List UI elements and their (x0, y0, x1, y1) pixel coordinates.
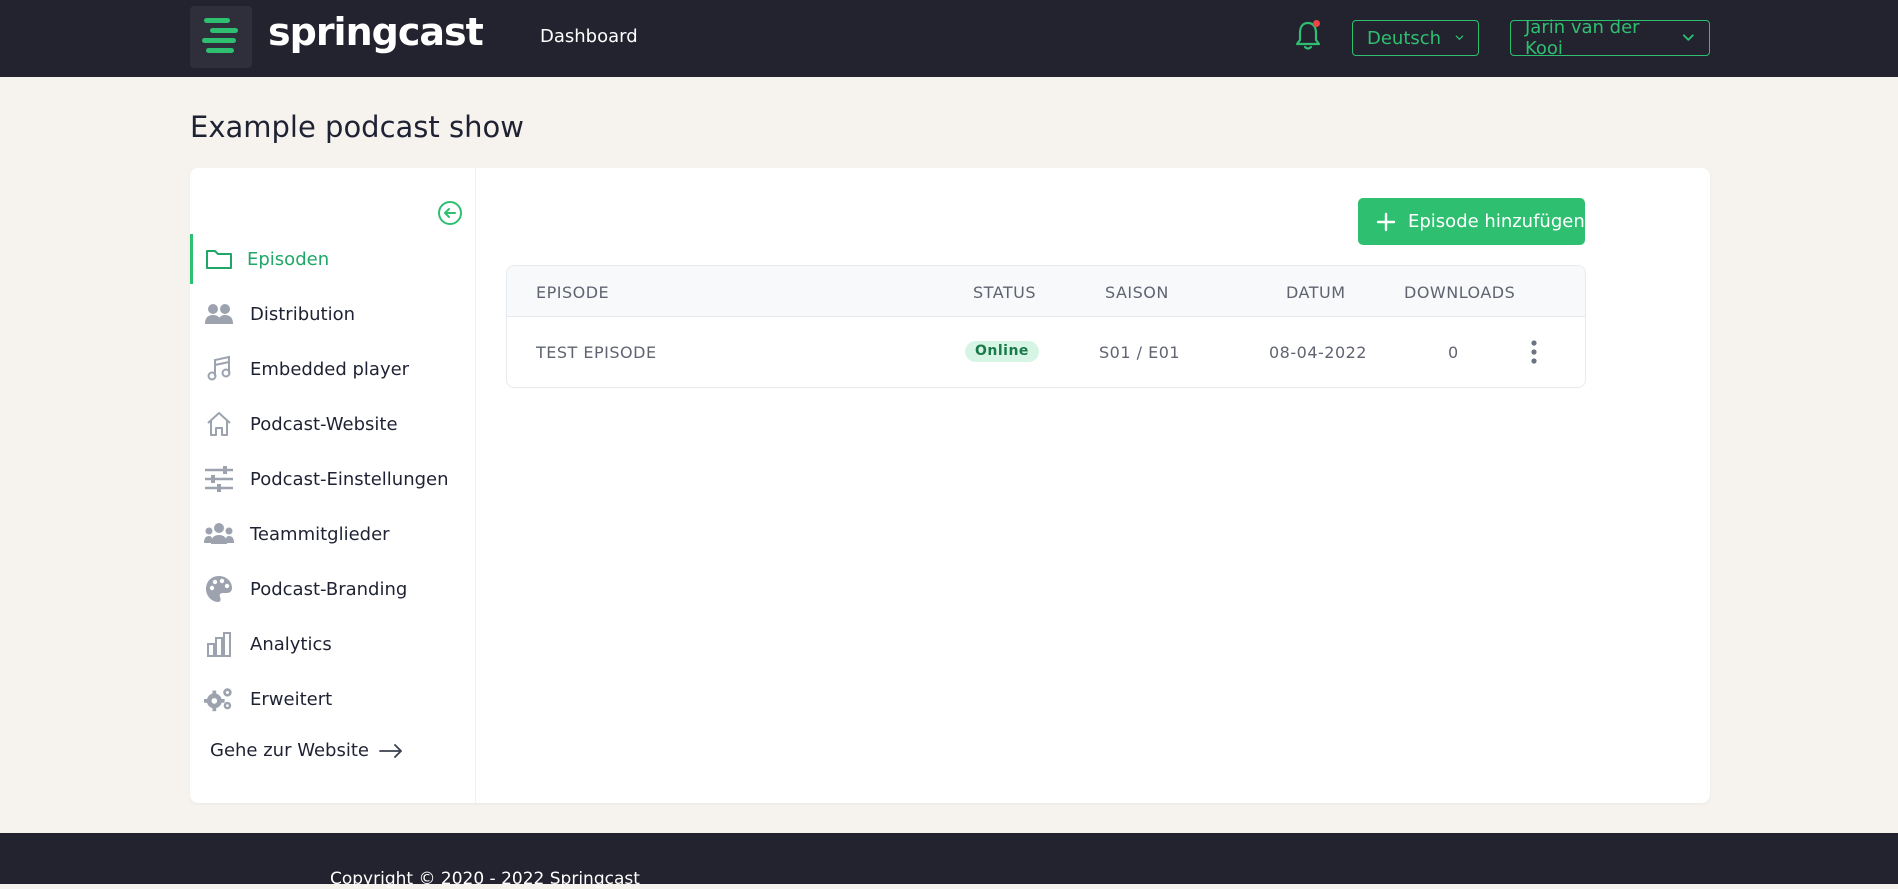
episode-title[interactable]: TEST EPISODE (536, 343, 657, 362)
sidebar-item-label: Podcast-Website (250, 413, 398, 435)
team-icon (204, 519, 234, 549)
column-header-episode: EPISODE (536, 283, 610, 302)
nav-dashboard-link[interactable]: Dashboard (540, 26, 638, 47)
episode-date: 08-04-2022 (1269, 343, 1367, 362)
column-header-status: STATUS (973, 283, 1037, 302)
page-title: Example podcast show (190, 110, 524, 144)
music-note-icon (204, 354, 234, 384)
palette-icon (204, 574, 234, 604)
sidebar-item-analytics[interactable]: Analytics (190, 619, 476, 669)
goto-website-label: Gehe zur Website (210, 740, 369, 761)
plus-icon (1376, 212, 1396, 231)
sidebar-item-label: Embedded player (250, 358, 410, 380)
sidebar-item-label: Podcast-Einstellungen (250, 468, 449, 490)
sidebar-item-erweitert[interactable]: Erweitert (190, 674, 476, 724)
chevron-down-icon (1455, 35, 1464, 40)
add-episode-button[interactable]: Episode hinzufügen (1358, 198, 1585, 245)
sidebar-item-label: Episoden (247, 248, 330, 270)
bar-chart-icon (204, 629, 234, 659)
sidebar-item-label: Analytics (250, 633, 332, 655)
sidebar: Episoden Distribution Embedded player Po… (190, 168, 476, 803)
collapse-sidebar-icon[interactable] (437, 200, 463, 226)
add-episode-label: Episode hinzufügen (1408, 211, 1585, 232)
home-icon (204, 409, 234, 439)
logo-icon[interactable] (190, 6, 252, 68)
language-dropdown[interactable]: Deutsch (1352, 20, 1479, 56)
sidebar-item-label: Podcast-Branding (250, 578, 408, 600)
notification-dot (1313, 20, 1320, 27)
goto-website-link[interactable]: Gehe zur Website (210, 740, 403, 761)
episode-saison: S01 / E01 (1099, 343, 1181, 362)
table-header: EPISODE STATUS SAISON DATUM DOWNLOADS (507, 266, 1585, 317)
column-header-downloads: DOWNLOADS (1404, 283, 1516, 302)
brand-name[interactable]: springcast (268, 10, 484, 54)
episode-downloads: 0 (1448, 343, 1459, 362)
arrow-right-icon (379, 743, 402, 758)
copyright-text: Copyright © 2020 - 2022 Springcast (330, 869, 640, 889)
user-dropdown[interactable]: Jarin van der Kooi (1510, 17, 1710, 59)
sidebar-item-podcast-einstellungen[interactable]: Podcast-Einstellungen (190, 454, 476, 504)
status-badge: Online (965, 341, 1039, 362)
sidebar-item-podcast-website[interactable]: Podcast-Website (190, 399, 476, 449)
episodes-table: EPISODE STATUS SAISON DATUM DOWNLOADS TE… (506, 265, 1586, 388)
chevron-down-icon (1683, 34, 1695, 41)
content-card: Episoden Distribution Embedded player Po… (190, 168, 1710, 803)
sidebar-item-label: Erweitert (250, 688, 333, 710)
users-icon (204, 299, 234, 329)
top-navbar: springcast Dashboard Deutsch Jarin van d… (0, 0, 1898, 77)
column-header-saison: SAISON (1105, 283, 1169, 302)
sidebar-item-podcast-branding[interactable]: Podcast-Branding (190, 564, 476, 614)
gears-icon (204, 684, 234, 714)
sidebar-item-label: Distribution (250, 303, 356, 325)
table-row[interactable]: TEST EPISODE Online S01 / E01 08-04-2022… (507, 317, 1585, 387)
user-name: Jarin van der Kooi (1525, 17, 1640, 59)
language-label: Deutsch (1367, 27, 1442, 49)
sidebar-item-episoden[interactable]: Episoden (190, 234, 476, 284)
sidebar-item-teammitglieder[interactable]: Teammitglieder (190, 509, 476, 559)
sliders-icon (204, 464, 234, 494)
sidebar-item-embedded-player[interactable]: Embedded player (190, 344, 476, 394)
sidebar-item-distribution[interactable]: Distribution (190, 289, 476, 339)
sidebar-item-label: Teammitglieder (250, 523, 390, 545)
footer: Copyright © 2020 - 2022 Springcast (0, 833, 1898, 889)
column-header-datum: DATUM (1286, 283, 1346, 302)
more-options-icon[interactable] (1530, 339, 1538, 365)
folder-icon (204, 244, 234, 274)
